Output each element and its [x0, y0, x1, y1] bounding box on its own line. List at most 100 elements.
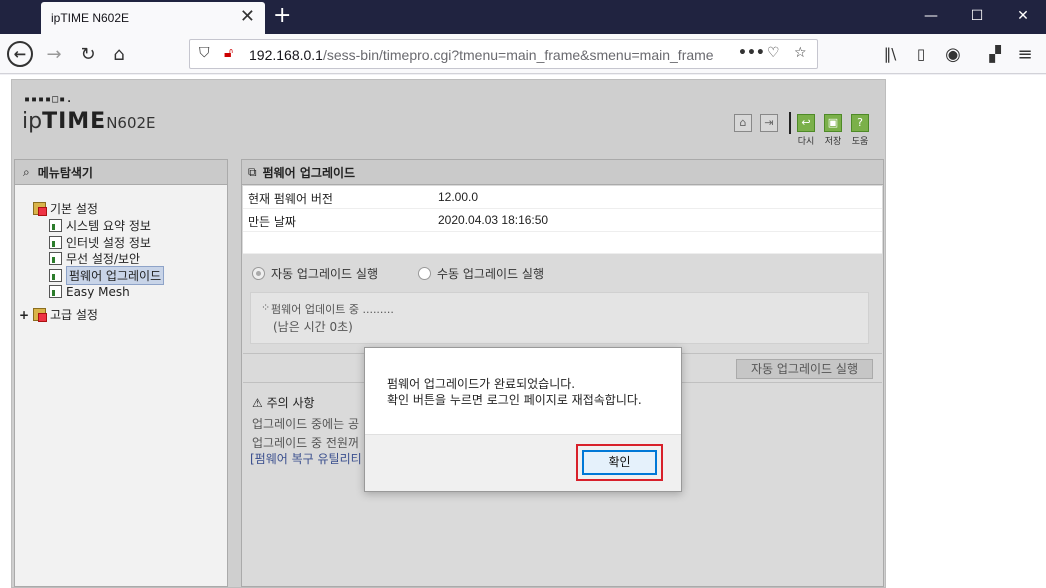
tree-item-wireless-security[interactable]: 무선 설정/보안 [49, 250, 140, 267]
info-row-empty [243, 232, 882, 254]
menu-explorer-header: ⌕ 메뉴탐색기 [15, 160, 227, 185]
info-value: 12.00.0 [438, 190, 479, 204]
wifi-icon [49, 252, 62, 265]
info-key: 현재 펌웨어 버전 [248, 192, 333, 206]
firmware-info: 현재 펌웨어 버전 12.00.0 만든 날짜 2020.04.03 18:16… [243, 186, 882, 254]
url-bar[interactable]: ⛉ 🔓︎ 192.168.0.1/sess-bin/timepro.cgi?tm… [189, 39, 818, 69]
logo-prefix: ip [22, 109, 43, 134]
forward-icon[interactable]: → [42, 42, 66, 66]
info-key: 만든 날짜 [248, 215, 296, 229]
tree-group-advanced[interactable]: + 고급 설정 [19, 306, 98, 323]
folder-icon [33, 202, 47, 216]
tree-group-label: 기본 설정 [50, 202, 98, 216]
notice-line: 업그레이드 중 전원꺼 [252, 436, 359, 450]
extensions-icon[interactable]: ▞ [983, 42, 1007, 66]
expand-plus-icon[interactable]: + [19, 308, 33, 322]
browser-nav-bar: ← → ↻ ⌂ ⛉ 🔓︎ 192.168.0.1/sess-bin/timepr… [0, 34, 1046, 74]
pocket-icon[interactable]: ♡ [767, 45, 780, 61]
toolbar-separator [789, 112, 791, 134]
help-icon[interactable]: ? [851, 114, 869, 132]
ok-button[interactable]: 확인 [582, 450, 657, 475]
warning-icon: ⚠ [252, 396, 263, 410]
tab-title: ipTIME N602E [51, 11, 130, 25]
logout-tool-icon[interactable]: ⇥ [760, 114, 778, 132]
folder-icon [33, 308, 47, 322]
logo-brand: TIME [42, 109, 107, 134]
panel-title: 펌웨어 업그레이드 [262, 165, 356, 180]
upgrade-progress-box: ⁘ 펌웨어 업데이트 중 ......... (남은 시간 0초) [250, 292, 869, 344]
tree-item-internet-settings[interactable]: 인터넷 설정 정보 [49, 234, 151, 251]
progress-status: 펌웨어 업데이트 중 ......... [271, 303, 394, 316]
dialog-line: 확인 버튼을 누르면 로그인 페이지로 재접속합니다. [387, 393, 642, 407]
dialog-line: 펌웨어 업그레이드가 완료되었습니다. [387, 377, 576, 391]
magnifier-icon: ⌕ [23, 164, 30, 179]
tree-item-easy-mesh[interactable]: Easy Mesh [49, 283, 130, 300]
insecure-lock-icon[interactable]: 🔓︎ [224, 45, 233, 61]
info-row: 만든 날짜 2020.04.03 18:16:50 [243, 209, 882, 232]
tree-group-basic[interactable]: 기본 설정 [33, 200, 98, 217]
browser-tab-bar: ipTIME N602E ✕ + — ☐ ✕ [0, 0, 1046, 34]
account-icon[interactable]: ◉ [941, 42, 965, 66]
spinner-icon: ⁘ [261, 301, 271, 314]
auto-upgrade-radio[interactable] [252, 267, 265, 280]
logo-model: N602E [106, 114, 156, 132]
back-icon[interactable]: ← [7, 41, 33, 67]
mesh-icon [49, 285, 62, 298]
tree-item-label: Easy Mesh [66, 284, 130, 299]
firmware-panel-header: ⧉ 펌웨어 업그레이드 [242, 160, 883, 185]
manual-upgrade-radio[interactable] [418, 267, 431, 280]
iptime-logo-dots: ▪▪▪▪□▪. [24, 94, 74, 105]
tree-item-label: 시스템 요약 정보 [66, 219, 151, 233]
dialog-footer: 확인 [365, 434, 681, 491]
reload-icon[interactable]: ↻ [76, 42, 100, 66]
notice-title-text: 주의 사항 [266, 396, 315, 410]
highlight-box: 확인 [576, 444, 663, 481]
auto-upgrade-button[interactable]: 자동 업그레이드 실행 [736, 359, 873, 379]
maximize-icon[interactable]: ☐ [954, 0, 1000, 34]
notice-line: 업그레이드 중에는 공 [252, 417, 359, 431]
chart-icon [49, 219, 62, 232]
save-icon[interactable]: ▣ [824, 114, 842, 132]
browser-tab[interactable]: ipTIME N602E ✕ [41, 2, 265, 34]
dialog-message: 펌웨어 업그레이드가 완료되었습니다. 확인 버튼을 누르면 로그인 페이지로 … [387, 376, 642, 408]
tab-close-icon[interactable]: ✕ [240, 8, 255, 26]
info-row: 현재 펌웨어 버전 12.00.0 [243, 186, 882, 209]
bookmark-star-icon[interactable]: ☆ [794, 45, 807, 61]
progress-remaining: (남은 시간 0초) [273, 320, 353, 334]
upgrade-icon [49, 269, 62, 282]
upgrade-complete-dialog: 펌웨어 업그레이드가 완료되었습니다. 확인 버튼을 누르면 로그인 페이지로 … [364, 347, 682, 492]
minimize-icon[interactable]: — [908, 0, 954, 34]
shield-icon[interactable]: ⛉ [199, 45, 210, 61]
home-tool-icon[interactable]: ⌂ [734, 114, 752, 132]
auto-upgrade-label[interactable]: 자동 업그레이드 실행 [271, 265, 378, 282]
help-label[interactable]: 도움 [846, 134, 874, 147]
iptime-logo: ipTIMEN602E [22, 109, 156, 134]
menu-icon[interactable]: ≡ [1013, 42, 1037, 66]
sidebar-icon[interactable]: ▯ [909, 42, 933, 66]
url-text[interactable]: 192.168.0.1/sess-bin/timepro.cgi?tmenu=m… [249, 47, 714, 63]
retry-label[interactable]: 다시 [792, 134, 820, 147]
save-label[interactable]: 저장 [819, 134, 847, 147]
tree-item-label: 인터넷 설정 정보 [66, 236, 151, 250]
tree-item-firmware-upgrade[interactable]: 펌웨어 업그레이드 [49, 266, 165, 285]
tree-item-system-summary[interactable]: 시스템 요약 정보 [49, 217, 151, 234]
menu-explorer: ⌕ 메뉴탐색기 기본 설정 시스템 요약 정보 인터넷 설정 정보 무선 설정/… [14, 159, 228, 587]
library-icon[interactable]: ‖\ [878, 42, 902, 66]
window-close-icon[interactable]: ✕ [1000, 0, 1046, 34]
menu-explorer-title: 메뉴탐색기 [37, 165, 93, 180]
info-value: 2020.04.03 18:16:50 [438, 213, 549, 227]
router-admin-frame: ▪▪▪▪□▪. ipTIMEN602E ⌂ ⇥ ↩ 다시 ▣ 저장 ? 도움 ⌕… [11, 79, 886, 588]
notice-title: ⚠ 주의 사항 [252, 394, 315, 411]
home-icon[interactable]: ⌂ [107, 42, 131, 66]
retry-icon[interactable]: ↩ [797, 114, 815, 132]
url-host: 192.168.0.1 [249, 47, 323, 63]
new-tab-icon[interactable]: + [273, 4, 291, 28]
upgrade-options: 자동 업그레이드 실행 수동 업그레이드 실행 [252, 265, 544, 282]
manual-upgrade-label[interactable]: 수동 업그레이드 실행 [437, 265, 544, 282]
tree-group-label: 고급 설정 [50, 308, 98, 322]
page-content: ▪▪▪▪□▪. ipTIMEN602E ⌂ ⇥ ↩ 다시 ▣ 저장 ? 도움 ⌕… [0, 75, 1046, 588]
recovery-utility-link[interactable]: [펌웨어 복구 유틸리티 [250, 450, 362, 467]
monitor-icon [49, 236, 62, 249]
window-icon: ⧉ [248, 164, 257, 179]
page-actions-icon[interactable]: ••• [738, 45, 765, 61]
